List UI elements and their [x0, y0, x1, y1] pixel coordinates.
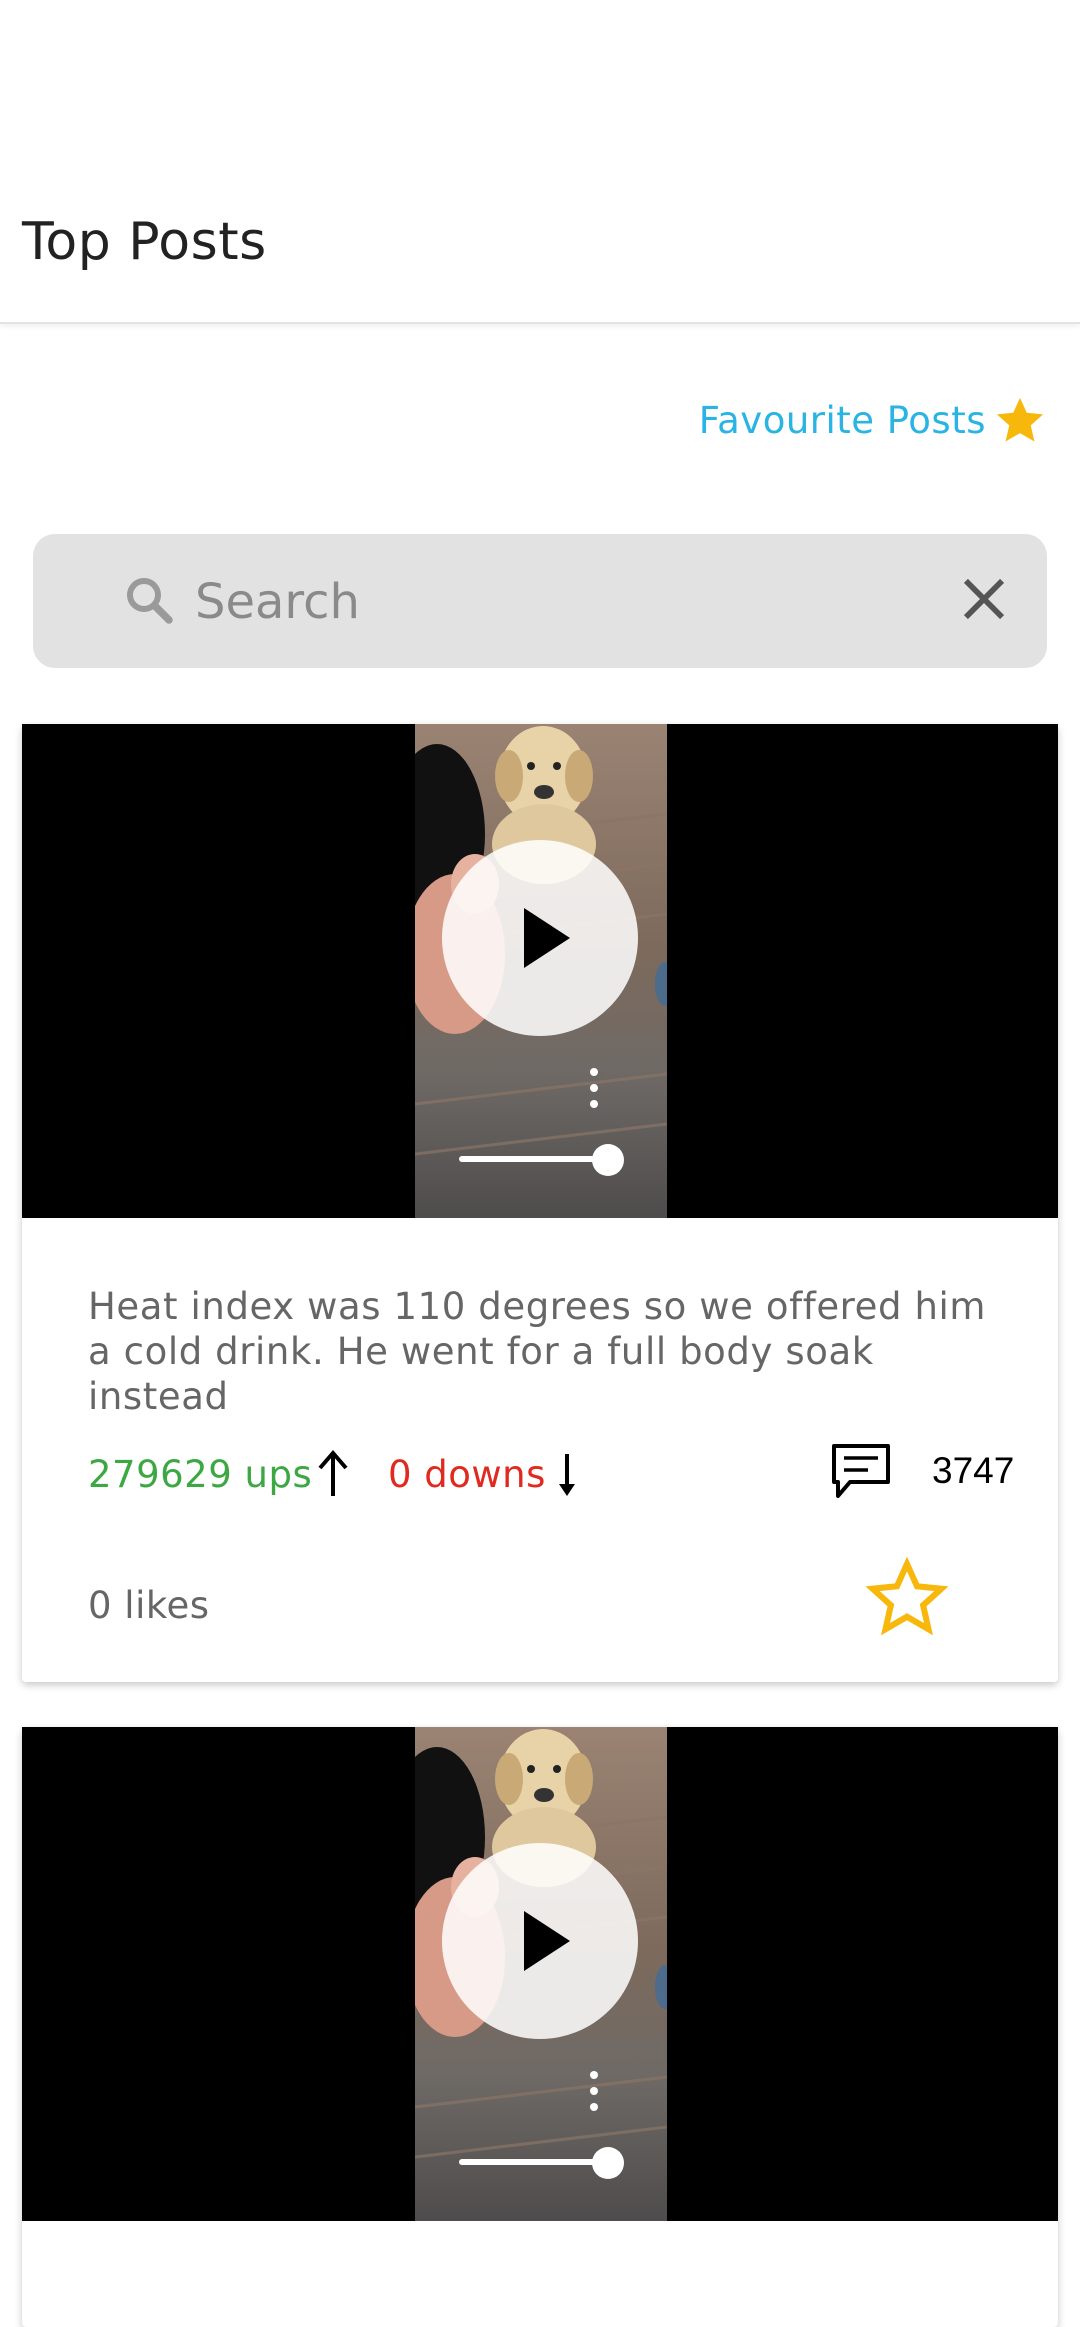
post-stats: 279629 ups 0 downs 3747 [88, 1444, 1018, 1518]
comments-button[interactable]: 3747 [828, 1440, 1014, 1502]
arrow-up-icon [318, 1449, 348, 1496]
post-card [22, 1727, 1058, 2327]
ups-count: 279629 ups [88, 1452, 313, 1496]
arrow-down-icon [558, 1454, 575, 1496]
downs-count: 0 downs [388, 1452, 546, 1496]
favourite-posts-link[interactable]: Favourite Posts [699, 392, 1048, 448]
seek-bar[interactable] [459, 2159, 601, 2165]
star-outline-icon[interactable] [864, 1554, 950, 1640]
video-player[interactable] [22, 724, 1058, 1218]
post-caption: Heat index was 110 degrees so we offered… [88, 1285, 987, 1418]
favourite-posts-label: Favourite Posts [698, 398, 986, 442]
search-bar [33, 534, 1047, 668]
seek-handle[interactable] [592, 1144, 624, 1176]
play-icon [524, 1911, 570, 1971]
play-icon [524, 908, 570, 968]
more-vertical-icon[interactable] [584, 1066, 604, 1110]
comment-count: 3747 [932, 1450, 1015, 1491]
page-title: Top Posts [22, 212, 267, 272]
play-button[interactable] [442, 1843, 638, 2039]
likes-count: 0 likes [88, 1584, 210, 1627]
upvote-button[interactable]: 279629 ups [88, 1448, 354, 1500]
app-header: Top Posts [0, 0, 1080, 324]
comment-icon [832, 1444, 890, 1498]
close-icon[interactable] [953, 568, 1015, 630]
downvote-button[interactable]: 0 downs [388, 1448, 588, 1500]
play-button[interactable] [442, 840, 638, 1036]
search-icon [127, 578, 173, 624]
star-filled-icon [996, 397, 1044, 442]
post-card: Heat index was 110 degrees so we offered… [22, 724, 1058, 1682]
video-player[interactable] [22, 1727, 1058, 2221]
seek-bar[interactable] [459, 1156, 601, 1162]
seek-handle[interactable] [592, 2147, 624, 2179]
more-vertical-icon[interactable] [584, 2069, 604, 2113]
search-input[interactable] [193, 556, 897, 648]
